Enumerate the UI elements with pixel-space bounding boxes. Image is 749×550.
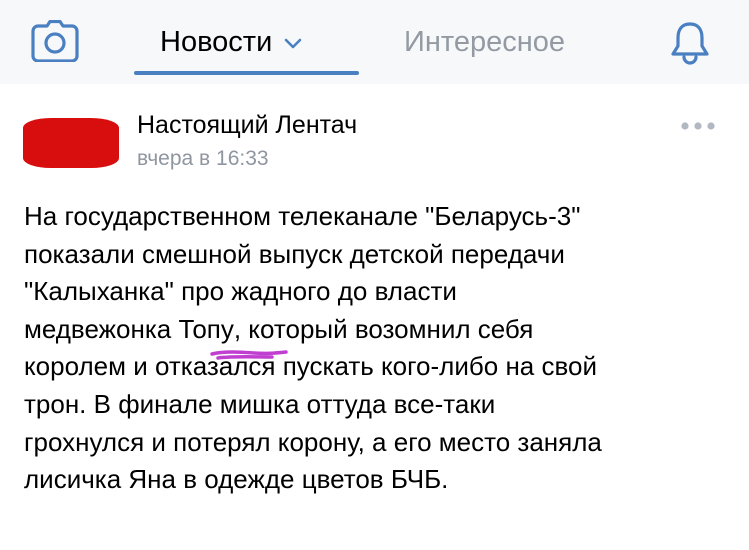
- post-text: На государственном телеканале "Беларусь-…: [24, 198, 734, 499]
- post-author-name[interactable]: Настоящий Лентач: [137, 109, 357, 141]
- post-text-line: королем и отказался пускать кого-либо на…: [24, 351, 597, 382]
- post-text-line: трон. В финале мишка оттуда все-таки: [24, 388, 496, 419]
- active-tab-indicator: [134, 71, 359, 75]
- post-text-fragment: медвежонка: [24, 313, 179, 344]
- camera-icon[interactable]: [31, 20, 79, 62]
- highlighted-name: Топу: [178, 313, 234, 344]
- top-navigation-bar: Новости Интересное: [0, 0, 749, 84]
- tab-news-label: Новости: [160, 26, 273, 58]
- more-icon[interactable]: [680, 119, 716, 133]
- post-text-line: На государственном телеканале "Беларусь-…: [24, 201, 581, 231]
- avatar[interactable]: [23, 118, 119, 168]
- post-text-line: "Калыханка" про жадного до власти: [24, 276, 457, 307]
- chevron-down-icon[interactable]: [284, 22, 302, 58]
- bell-icon[interactable]: [668, 20, 712, 66]
- tab-interesting[interactable]: Интересное: [404, 24, 565, 60]
- post-timestamp[interactable]: вчера в 16:33: [137, 145, 269, 173]
- tab-interesting-label: Интересное: [404, 26, 565, 58]
- post-text-fragment: , который возомнил себя: [233, 313, 534, 344]
- tab-news[interactable]: Новости: [160, 24, 302, 61]
- handwritten-underline: [210, 350, 288, 360]
- post-text-line: лисичка Яна в одежде цветов БЧБ.: [24, 464, 449, 495]
- post-text-line: медвежонка Топу, который возомнил себя: [24, 311, 734, 349]
- post-text-line: показали смешной выпуск детской передачи: [24, 238, 565, 269]
- post-text-line: грохнулся и потерял корону, а его место …: [24, 426, 602, 457]
